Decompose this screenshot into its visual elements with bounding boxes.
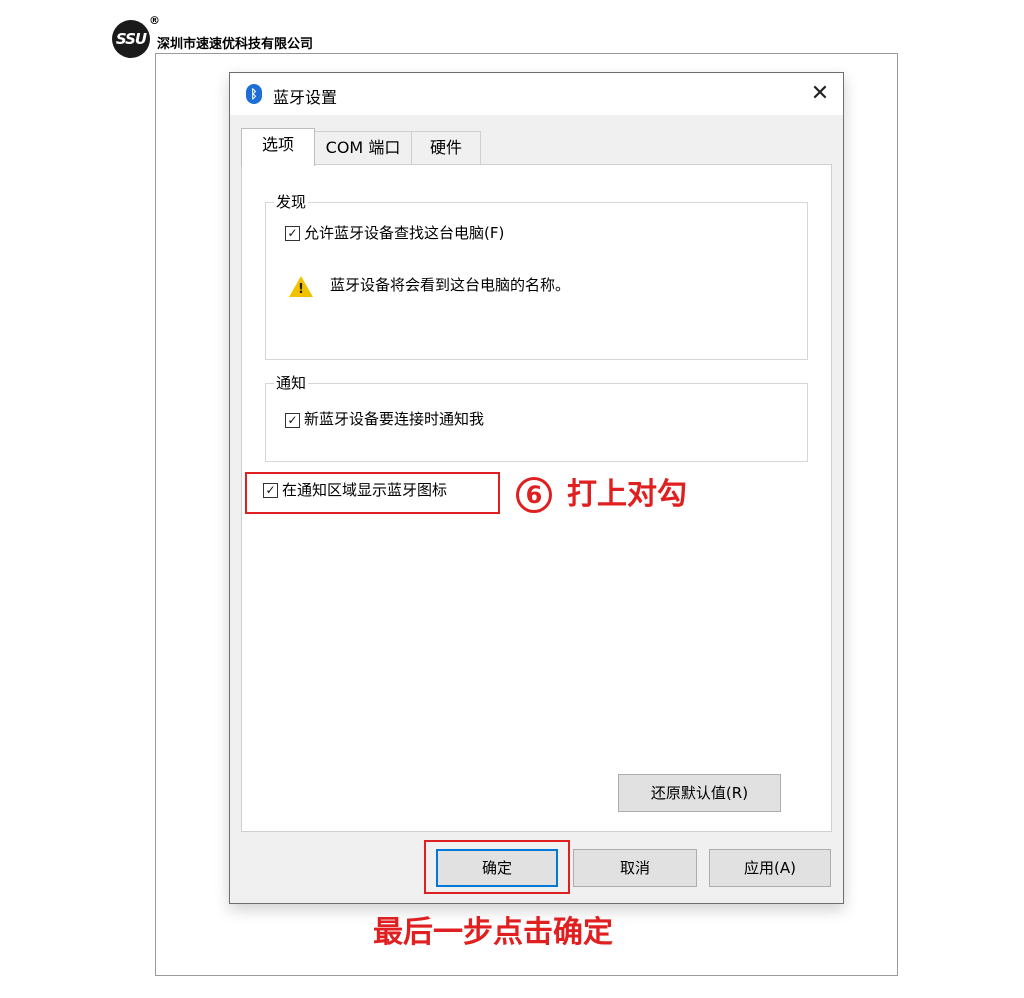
logo-badge: SSU	[112, 20, 150, 58]
tab-options[interactable]: 选项	[241, 128, 315, 166]
notify-new-device-label[interactable]: 新蓝牙设备要连接时通知我	[304, 410, 484, 428]
step-number-badge: 6	[516, 477, 552, 513]
company-logo: SSU ®	[112, 14, 160, 58]
notify-new-device-checkbox[interactable]: ✓	[285, 413, 300, 428]
dialog-title: 蓝牙设置	[273, 88, 338, 107]
tab-hardware[interactable]: 硬件	[411, 131, 481, 165]
registered-mark: ®	[149, 14, 160, 27]
final-instruction: 最后一步点击确定	[373, 915, 613, 950]
title-bar: ᛒ 蓝牙设置 ✕	[230, 73, 843, 115]
close-button[interactable]: ✕	[804, 79, 836, 109]
step-instruction: 打上对勾	[567, 477, 687, 512]
company-name: 深圳市速速优科技有限公司	[157, 37, 314, 52]
warning-text: 蓝牙设备将会看到这台电脑的名称。	[330, 276, 571, 294]
discovery-group-title: 发现	[274, 193, 309, 211]
warning-icon-mark: !	[298, 282, 304, 297]
highlight-ok-button	[424, 840, 570, 894]
cancel-button[interactable]: 取消	[573, 849, 697, 887]
bluetooth-icon: ᛒ	[246, 84, 262, 104]
restore-defaults-button[interactable]: 还原默认值(R)	[618, 774, 781, 812]
highlight-show-icon-option	[245, 472, 500, 514]
allow-discovery-label[interactable]: 允许蓝牙设备查找这台电脑(F)	[304, 224, 504, 242]
apply-button[interactable]: 应用(A)	[709, 849, 831, 887]
notification-group-title: 通知	[274, 374, 309, 392]
allow-discovery-checkbox[interactable]: ✓	[285, 226, 300, 241]
tab-com-ports[interactable]: COM 端口	[314, 131, 412, 165]
